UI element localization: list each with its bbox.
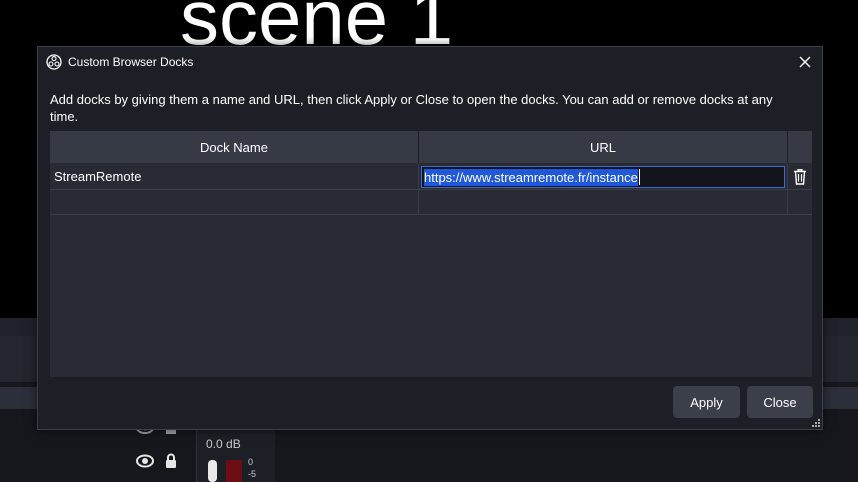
dock-name-text: StreamRemote [54, 169, 142, 184]
delete-cell [788, 190, 812, 214]
close-button[interactable]: Close [747, 386, 813, 418]
audio-level-meter [226, 460, 242, 482]
dock-name-cell[interactable] [50, 190, 419, 214]
close-icon[interactable] [796, 53, 814, 71]
volume-db-label: 0.0 dB [206, 437, 241, 451]
eye-icon[interactable] [136, 453, 154, 469]
dialog-title: Custom Browser Docks [68, 55, 194, 69]
column-header-url[interactable]: URL [419, 131, 788, 163]
obs-logo-icon [46, 54, 62, 70]
docks-table: Dock Name URL StreamRemote https://www.s… [50, 131, 812, 377]
volume-slider-handle[interactable] [208, 460, 217, 482]
url-cell[interactable]: https://www.streamremote.fr/instance [419, 164, 788, 189]
lock-icon[interactable] [164, 453, 178, 469]
dialog-titlebar[interactable]: Custom Browser Docks [38, 47, 822, 77]
meter-label-minus5: -5 [248, 469, 257, 479]
delete-cell [788, 164, 812, 189]
resize-grip-icon[interactable] [812, 419, 820, 427]
table-row[interactable]: StreamRemote https://www.streamremote.fr… [50, 164, 812, 190]
column-header-dock-name[interactable]: Dock Name [50, 131, 419, 163]
dock-name-cell[interactable]: StreamRemote [50, 164, 419, 189]
url-selected-text: https://www.streamremote.fr/instance [424, 168, 638, 186]
custom-browser-docks-dialog: Custom Browser Docks Add docks by giving… [37, 46, 823, 430]
column-header-actions [788, 131, 812, 163]
url-cell[interactable] [419, 190, 788, 214]
dialog-description: Add docks by giving them a name and URL,… [50, 92, 773, 124]
trash-icon[interactable] [792, 168, 808, 185]
meter-scale-labels: 0 -5 [248, 456, 256, 480]
apply-button[interactable]: Apply [673, 386, 740, 418]
text-caret [638, 169, 640, 185]
url-input[interactable]: https://www.streamremote.fr/instance [421, 166, 785, 188]
meter-label-0: 0 [248, 457, 254, 467]
table-row[interactable] [50, 190, 812, 215]
